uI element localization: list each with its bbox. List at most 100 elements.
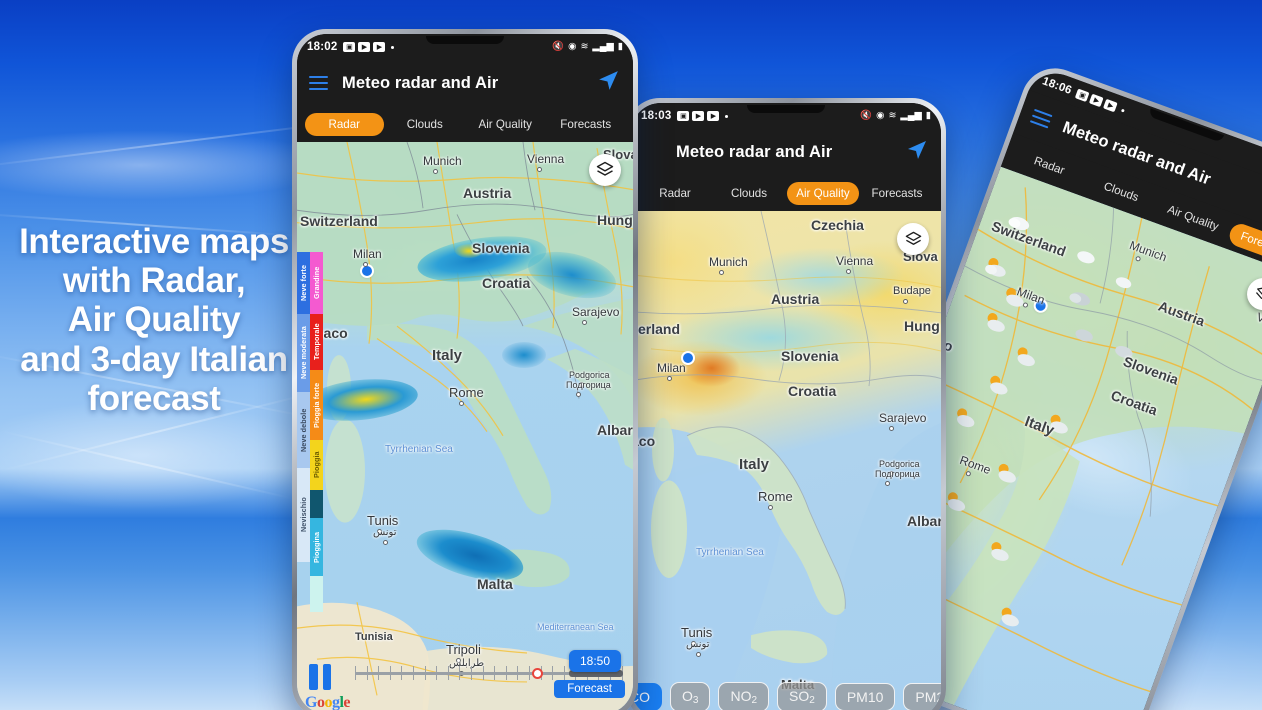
battery-icon: ▮ (617, 41, 623, 53)
city-marker-dot (363, 262, 368, 267)
youtube-icon: ▶ (1103, 98, 1119, 113)
headline-line-5: forecast (87, 378, 221, 418)
city-marker-dot (667, 376, 672, 381)
status-left-icons: ▣ ▶ ▶ (343, 42, 395, 52)
youtube-icon: ▶ (373, 42, 386, 52)
phone-airquality: 18:03 ▣ ▶ ▶ 🔇 ◉ ≋ ▂▄▆ ▮ Meteo radar and (626, 98, 946, 710)
app-title: Meteo radar and Air (342, 73, 499, 92)
navigation-arrow-icon[interactable] (596, 68, 621, 98)
location-icon: ◉ (876, 110, 885, 122)
time-badge: 18:50 (568, 650, 621, 672)
legend-item-swatch-deep (310, 490, 323, 518)
tab-bar: Radar Clouds Air Quality Forecasts (297, 106, 633, 142)
mute-icon: 🔇 (860, 110, 873, 122)
forecast-badge[interactable]: Forecast (554, 680, 625, 698)
pause-icon[interactable] (309, 664, 331, 690)
timeline-knob[interactable] (531, 668, 543, 679)
image-icon: ▣ (1075, 88, 1090, 103)
app-bar: Meteo radar and Air (631, 129, 941, 175)
city-marker-dot (889, 471, 894, 476)
navigation-arrow-icon[interactable] (905, 138, 929, 167)
tab-clouds[interactable]: Clouds (713, 182, 785, 205)
legend-snow-column: Neve forte Neve moderata Neve debole Nev… (297, 252, 310, 612)
status-time: 18:06 (1040, 75, 1074, 97)
tab-forecasts[interactable]: Forecasts (861, 182, 933, 205)
status-time: 18:03 (641, 110, 672, 122)
dot-icon (1121, 108, 1126, 113)
city-marker-dot (433, 169, 438, 174)
chip-pm25[interactable]: PM2.5 (903, 683, 941, 710)
map-vector-layer (297, 142, 633, 710)
app-bar: Meteo radar and Air (297, 60, 633, 106)
tab-radar[interactable]: Radar (639, 182, 711, 205)
city-marker-dot (768, 505, 773, 510)
hamburger-icon[interactable] (1029, 108, 1053, 129)
radar-echo-intense (455, 244, 483, 258)
radar-echo (502, 342, 546, 368)
sky-streak (0, 430, 293, 500)
location-icon: ◉ (568, 41, 577, 53)
radar-player: Google 18:50 Forecast (297, 650, 633, 710)
headline-line-2: with Radar, (62, 261, 246, 301)
tab-forecasts[interactable]: Forecasts (547, 113, 626, 136)
legend-item-grandine: Grandine (310, 252, 323, 314)
dot-icon (391, 45, 395, 49)
chip-no2[interactable]: NO2 (718, 682, 770, 710)
legend-item-neve-moderata: Neve moderata (297, 314, 310, 392)
user-location-dot (362, 266, 372, 276)
legend-item-nevischio: Nevischio (297, 468, 310, 562)
city-marker-dot (719, 270, 724, 275)
signal-icon: ▂▄▆ (900, 110, 922, 122)
city-marker-dot (576, 392, 581, 397)
chip-o3[interactable]: O3 (670, 682, 711, 710)
city-marker-dot (885, 481, 890, 486)
tab-bar: Radar Clouds Air Quality Forecasts (631, 175, 941, 211)
legend-rain-column: Grandine Temporale Pioggia forte Pioggia… (310, 252, 323, 612)
status-right-icons: 🔇 ◉ ≋ ▂▄▆ ▮ (860, 111, 931, 121)
city-marker-dot (846, 269, 851, 274)
tab-clouds[interactable]: Clouds (386, 113, 465, 136)
chip-pm10[interactable]: PM10 (834, 683, 896, 710)
city-marker-dot (383, 540, 388, 545)
image-icon: ▣ (677, 111, 690, 121)
youtube-icon: ▶ (358, 42, 371, 52)
map-vector-layer (631, 211, 941, 710)
city-marker-dot (691, 641, 696, 646)
youtube-icon: ▶ (692, 111, 705, 121)
city-marker-dot (696, 652, 701, 657)
air-quality-map[interactable]: CO O3 NO2 SO2 PM10 PM2.5 CzechiaMunichVi… (631, 211, 941, 710)
youtube-icon: ▶ (1089, 93, 1104, 108)
city-marker-dot (582, 320, 587, 325)
promo-headline: Interactive maps with Radar, Air Quality… (8, 222, 300, 418)
youtube-icon: ▶ (707, 111, 720, 121)
phone-notch (747, 105, 825, 113)
legend-item-pioggia: Pioggia (310, 440, 323, 490)
tab-air-quality[interactable]: Air Quality (787, 181, 859, 205)
legend-item-neve-debole: Neve debole (297, 392, 310, 468)
city-marker-dot (459, 401, 464, 406)
tab-air-quality[interactable]: Air Quality (466, 113, 545, 136)
promo-canvas: Interactive maps with Radar, Air Quality… (0, 0, 1262, 710)
city-marker-dot (889, 426, 894, 431)
app-title: Meteo radar and Air (676, 142, 833, 161)
headline-line-4: and 3-day Italian (20, 339, 288, 379)
city-marker-dot (579, 382, 584, 387)
cloud-wisp (0, 130, 340, 200)
radar-legend: Neve forte Neve moderata Neve debole Nev… (297, 252, 323, 612)
status-time: 18:02 (307, 41, 338, 53)
tab-radar[interactable]: Radar (305, 112, 384, 136)
layers-icon[interactable] (589, 154, 621, 186)
battery-icon: ▮ (925, 110, 931, 122)
image-icon: ▣ (343, 42, 356, 52)
layers-icon[interactable] (897, 223, 929, 255)
phone-notch (426, 36, 504, 44)
legend-item-pioggina: Pioggina (310, 518, 323, 576)
status-right-icons: 🔇 ◉ ≋ ▂▄▆ ▮ (552, 42, 623, 52)
status-left-icons: ▣ ▶ ▶ (677, 111, 729, 121)
chip-so2[interactable]: SO2 (777, 682, 827, 710)
legend-item-pioggia-forte: Pioggia forte (310, 370, 323, 440)
phone-radar: 18:02 ▣ ▶ ▶ 🔇 ◉ ≋ ▂▄▆ ▮ Meteo radar and (292, 29, 638, 710)
dot-icon (725, 114, 729, 118)
radar-map[interactable]: Neve forte Neve moderata Neve debole Nev… (297, 142, 633, 710)
hamburger-icon[interactable] (309, 75, 328, 91)
